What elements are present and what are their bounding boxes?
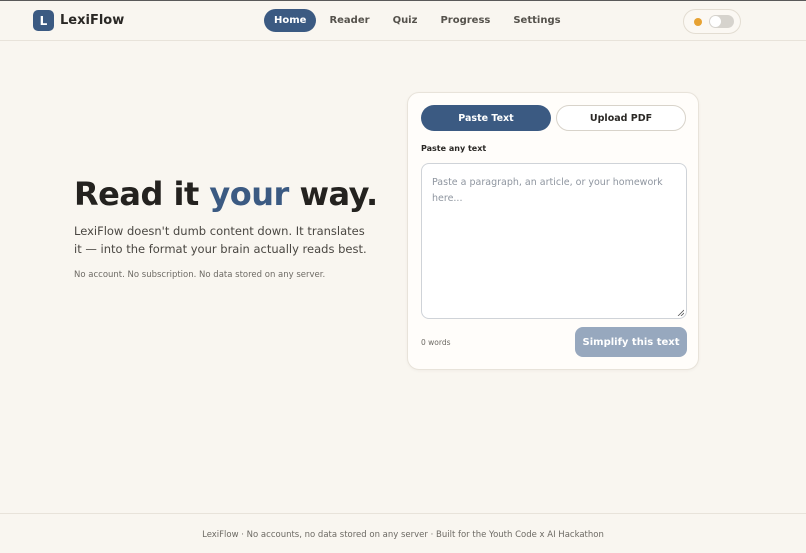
simplify-button[interactable]: Simplify this text [575, 327, 687, 357]
hero-title-post: way. [288, 175, 378, 213]
resize-handle-icon[interactable] [677, 309, 684, 316]
tab-paste-text[interactable]: Paste Text [421, 105, 551, 131]
hero-title-pre: Read it [74, 175, 210, 213]
nav-progress[interactable]: Progress [430, 9, 500, 32]
nav-quiz[interactable]: Quiz [383, 9, 428, 32]
text-input-area[interactable]: Paste a paragraph, an article, or your h… [421, 163, 687, 319]
page-footer: LexiFlow · No accounts, no data stored o… [0, 513, 806, 553]
nav-home[interactable]: Home [264, 9, 317, 32]
nav-settings[interactable]: Settings [503, 9, 570, 32]
hero-note: No account. No subscription. No data sto… [74, 270, 326, 280]
text-field-label: Paste any text [421, 144, 487, 153]
theme-toggle-switch[interactable] [709, 15, 734, 28]
logo-mark: L [33, 10, 54, 31]
main-nav: Home Reader Quiz Progress Settings [264, 9, 574, 32]
hero-title-accent: your [209, 175, 289, 213]
theme-toggle-group[interactable] [683, 9, 741, 34]
text-input-card: Paste Text Upload PDF Paste any text Pas… [407, 92, 699, 370]
nav-reader[interactable]: Reader [319, 9, 379, 32]
hero-subtitle: LexiFlow doesn't dumb content down. It t… [74, 224, 367, 256]
text-input-placeholder: Paste a paragraph, an article, or your h… [432, 177, 663, 204]
brand-logo[interactable]: L LexiFlow [33, 10, 124, 31]
sun-icon [694, 18, 702, 26]
tab-upload-pdf[interactable]: Upload PDF [556, 105, 686, 131]
top-navigation-bar: L LexiFlow Home Reader Quiz Progress Set… [0, 1, 806, 41]
word-count: 0 words [421, 338, 451, 347]
hero-title: Read it your way. [74, 175, 378, 213]
toggle-knob [710, 16, 721, 27]
brand-name: LexiFlow [60, 13, 125, 28]
footer-text: LexiFlow · No accounts, no data stored o… [202, 530, 604, 540]
